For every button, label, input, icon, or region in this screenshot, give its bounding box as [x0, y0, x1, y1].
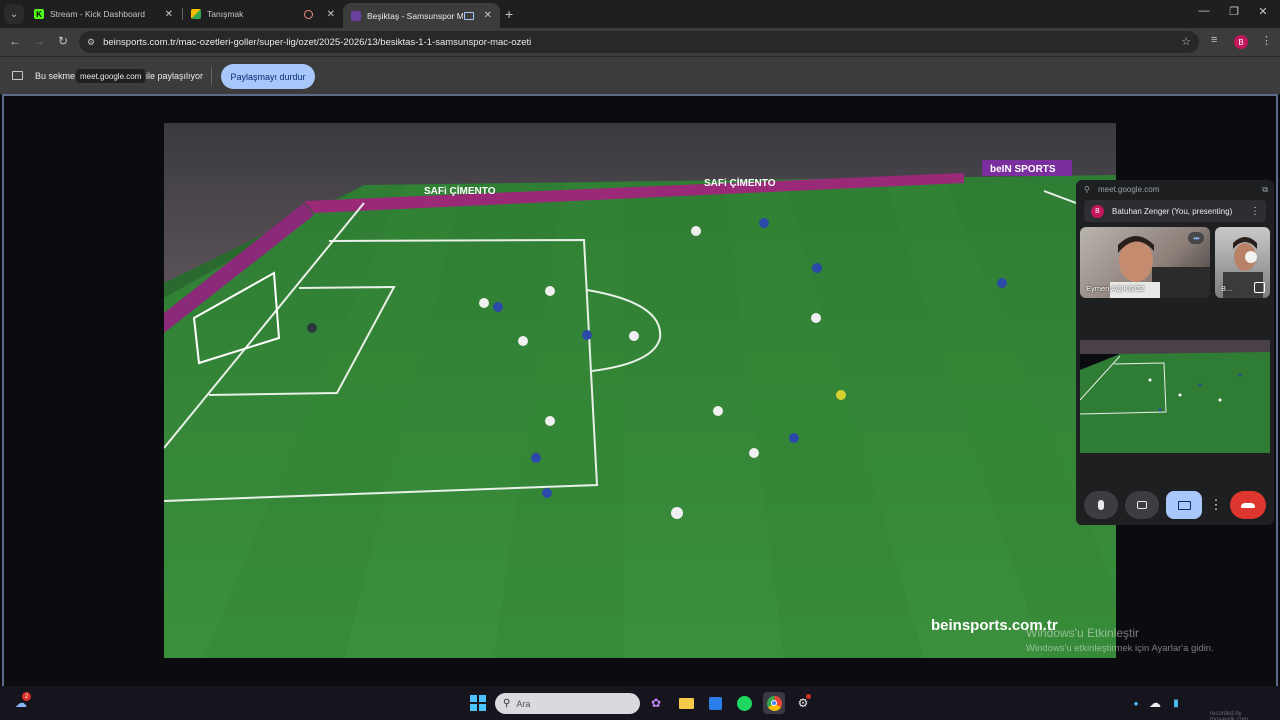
sharing-text-prefix: Bu sekme — [35, 71, 76, 81]
video-player[interactable]: SAFi ÇİMENTO SAFi ÇİMENTO beIN SPORTS — [164, 123, 1116, 658]
tab-besiktas-samsunspor[interactable]: Beşiktaş - Samsunspor Ma ✕ — [343, 3, 500, 28]
camera-icon — [1137, 501, 1147, 509]
windows-activation-subtitle: Windows'u etkinleştirmek için Ayarlar'a … — [1026, 643, 1214, 654]
sharing-site-chip: meet.google.com — [76, 69, 146, 83]
tab-title: Stream - Kick Dashboard — [50, 9, 145, 19]
copilot-icon[interactable]: ✿ — [647, 694, 665, 712]
tab-kick-dashboard[interactable]: K Stream - Kick Dashboard ✕ — [26, 3, 181, 25]
profile-avatar[interactable]: B — [1234, 35, 1248, 49]
back-to-tab-icon[interactable]: ⧉ — [1262, 185, 1268, 195]
present-button[interactable] — [1166, 491, 1202, 519]
camera-button[interactable] — [1125, 491, 1159, 519]
restore-icon[interactable]: ❐ — [1224, 5, 1244, 18]
beinsports-icon — [351, 10, 361, 21]
match-video-frame: SAFi ÇİMENTO SAFi ÇİMENTO beIN SPORTS — [164, 123, 1116, 658]
recorder-watermark: recorded by movavi/ik.com — [1210, 711, 1249, 720]
tray-dot-icon[interactable]: ● — [1127, 694, 1145, 712]
site-info-icon[interactable]: ⚙ — [87, 37, 95, 48]
tab-title: Tanışmak — [207, 9, 244, 19]
recording-indicator — [806, 694, 811, 699]
pip-origin: meet.google.com — [1098, 185, 1160, 194]
presenter-avatar: B — [1091, 204, 1104, 218]
scorebug-logo: beIN SPORTS — [990, 164, 1056, 175]
file-explorer-icon[interactable] — [677, 694, 695, 712]
mic-button[interactable] — [1084, 491, 1118, 519]
presenting-banner: B Batuhan Zenger (You, presenting) ⋮ — [1084, 200, 1266, 222]
pin-icon[interactable] — [1254, 282, 1265, 293]
start-icon[interactable] — [469, 694, 487, 712]
site-settings-icon[interactable]: ⚲ — [1084, 185, 1090, 194]
kick-icon: K — [34, 9, 44, 19]
forward-icon[interactable]: → — [31, 34, 47, 48]
taskbar-search[interactable]: ⚲ Ara — [495, 693, 640, 714]
microsoft-store-icon[interactable] — [706, 694, 724, 712]
tray-app-icon[interactable]: ▮ — [1167, 694, 1185, 712]
menu-icon[interactable]: ⋮ — [1261, 34, 1272, 47]
close-icon[interactable]: ✕ — [165, 9, 173, 20]
address-bar[interactable]: ⚙ beinsports.com.tr/mac-ozetleri-goller/… — [79, 31, 1199, 53]
search-placeholder: Ara — [516, 698, 531, 709]
windows-activation-title: Windows'u Etkinleştir — [1026, 626, 1139, 640]
mic-icon — [1098, 500, 1104, 510]
spotify-icon[interactable] — [735, 694, 753, 712]
tab-sharing-bar: Bu sekme meet.google.com ile paylaşılıyo… — [0, 56, 1280, 94]
ad-board-text: SAFi ÇİMENTO — [424, 184, 496, 197]
search-icon: ⚲ — [503, 698, 511, 709]
ad-board-text: SAFi ÇİMENTO — [704, 176, 776, 189]
meet-icon — [191, 9, 201, 19]
screen-share-icon — [12, 71, 23, 80]
close-icon[interactable]: ✕ — [327, 9, 335, 20]
screen: ⌄ K Stream - Kick Dashboard ✕ Tanışmak ✕… — [0, 0, 1280, 720]
close-icon[interactable]: ✕ — [484, 10, 492, 21]
leave-call-button[interactable] — [1230, 491, 1266, 519]
chrome-icon[interactable] — [763, 692, 785, 714]
participant-name: Eymen AÇIKGÖZ — [1086, 284, 1145, 293]
tab-strip: ⌄ K Stream - Kick Dashboard ✕ Tanışmak ✕… — [0, 0, 1280, 28]
meet-pip-window[interactable]: ⚲ meet.google.com ⧉ B Batuhan Zenger (Yo… — [1076, 180, 1274, 525]
more-options-icon[interactable]: ⋮ — [1250, 206, 1260, 217]
minimize-icon[interactable]: — — [1194, 5, 1214, 17]
sharing-text-suffix: ile paylaşılıyor — [146, 71, 204, 81]
participant-name: B... — [1221, 284, 1233, 293]
tile-options-button[interactable]: ••• — [1188, 232, 1204, 244]
reload-icon[interactable]: ↻ — [55, 34, 71, 48]
hangup-icon — [1241, 502, 1255, 508]
browser-toolbar: ← → ↻ ⚙ beinsports.com.tr/mac-ozetleri-g… — [0, 28, 1280, 56]
tray-cloud-icon[interactable]: ☁ — [1146, 694, 1164, 712]
tab-title: Beşiktaş - Samsunspor Ma — [367, 10, 463, 21]
present-screen-icon — [1177, 500, 1191, 510]
sharing-icon — [464, 11, 474, 20]
more-actions-icon[interactable]: ⋮ — [1208, 491, 1224, 519]
tab-tanismak[interactable]: Tanışmak ✕ — [183, 3, 343, 25]
participant-tile[interactable]: B... — [1215, 227, 1270, 298]
presenter-name: Batuhan Zenger (You, presenting) — [1112, 206, 1233, 216]
screen-share-preview — [1080, 340, 1270, 453]
tab-search-button[interactable]: ⌄ — [4, 4, 24, 24]
close-window-icon[interactable]: ✕ — [1253, 5, 1273, 18]
new-tab-button[interactable]: + — [505, 6, 513, 22]
back-icon[interactable]: ← — [7, 34, 23, 48]
recording-icon — [304, 9, 313, 19]
stop-sharing-button[interactable]: Paylaşmayı durdur — [221, 64, 315, 89]
windows-taskbar: ☁ 2 ⚲ Ara ✿ ⚙ ● ☁ ▮ — [0, 686, 1280, 720]
notification-badge: 2 — [22, 692, 31, 701]
shared-screen-thumbnail — [1080, 340, 1270, 453]
call-controls: ⋮ — [1076, 490, 1274, 520]
media-control-icon[interactable]: ≡ — [1211, 34, 1217, 46]
bookmark-star-icon[interactable]: ☆ — [1181, 35, 1191, 48]
url-text: beinsports.com.tr/mac-ozetleri-goller/su… — [103, 36, 532, 48]
participant-tile[interactable]: ••• Eymen AÇIKGÖZ — [1080, 227, 1210, 298]
